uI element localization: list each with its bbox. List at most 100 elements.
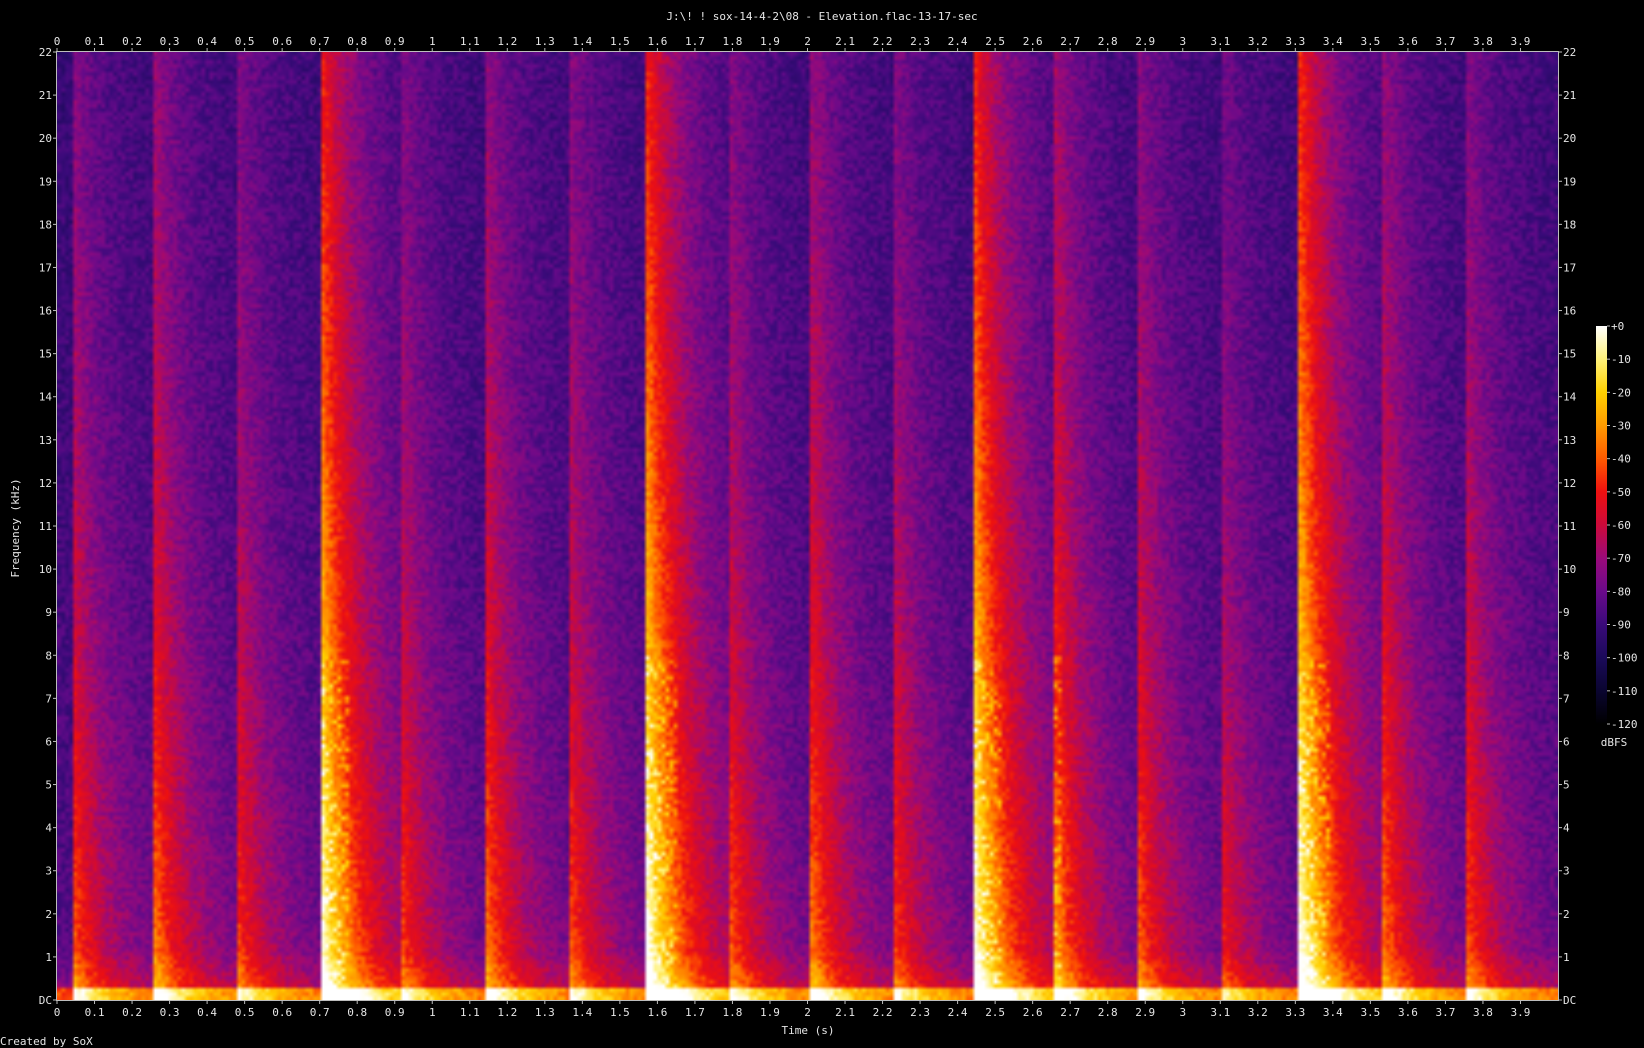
- x-tick-label-bottom: 3.7: [1435, 1006, 1455, 1019]
- y-tick-label-left: 14: [39, 391, 53, 404]
- y-tick-label-left: 6: [45, 735, 52, 748]
- y-tick-label-right: 20: [1563, 132, 1576, 145]
- x-tick-label-bottom: 3: [1179, 1006, 1186, 1019]
- y-axis-left: DC12345678910111213141516171819202122: [39, 46, 57, 1007]
- x-tick-label-bottom: 2.9: [1135, 1006, 1155, 1019]
- x-tick-label-top: 0.3: [160, 35, 180, 48]
- x-tick-label-bottom: 0.3: [160, 1006, 180, 1019]
- colorbar-tick-label: -120: [1611, 718, 1638, 731]
- x-tick-label-bottom: 0.5: [235, 1006, 255, 1019]
- x-tick-label-bottom: 2.5: [985, 1006, 1005, 1019]
- x-tick-label-top: 2.6: [1023, 35, 1043, 48]
- x-tick-label-bottom: 1.5: [610, 1006, 630, 1019]
- x-tick-label-bottom: 2.8: [1098, 1006, 1118, 1019]
- x-tick-label-bottom: 3.1: [1210, 1006, 1230, 1019]
- y-tick-label-right: 6: [1563, 735, 1570, 748]
- y-axis-label: Frequency (kHz): [9, 478, 22, 577]
- y-tick-label-right: 11: [1563, 520, 1576, 533]
- x-tick-label-top: 0.9: [385, 35, 405, 48]
- y-tick-label-left: 2: [45, 908, 52, 921]
- x-axis-top: 0 0.1 0.2 0.3 0.4 0.5 0.6 0.7 0.8 0.9 1 1.1 1.2 1.3 1.…: [54, 35, 1531, 52]
- y-tick-label-right: 13: [1563, 434, 1576, 447]
- y-tick-label-right: 14: [1563, 391, 1577, 404]
- y-tick-label-right: 15: [1563, 348, 1576, 361]
- x-tick-label-top: 3.6: [1398, 35, 1418, 48]
- x-tick-label-top: 0.2: [122, 35, 142, 48]
- x-tick-label-top: 1.2: [497, 35, 517, 48]
- y-tick-label-left: 13: [39, 434, 52, 447]
- colorbar-tick-label: -100: [1611, 652, 1638, 665]
- colorbar-tick-label: -90: [1611, 619, 1631, 632]
- x-tick-label-bottom: 0.7: [310, 1006, 330, 1019]
- x-tick-label-top: 1.1: [460, 35, 480, 48]
- x-tick-label-bottom: 1.4: [572, 1006, 592, 1019]
- y-tick-label-left: DC: [39, 994, 52, 1007]
- x-tick-label-top: 1.6: [647, 35, 667, 48]
- x-tick-label-top: 0.6: [272, 35, 292, 48]
- y-tick-label-left: 3: [45, 865, 52, 878]
- y-tick-label-right: 4: [1563, 822, 1570, 835]
- x-tick-label-top: 2.3: [910, 35, 930, 48]
- x-tick-label-top: 0.1: [85, 35, 105, 48]
- y-tick-label-right: 3: [1563, 865, 1570, 878]
- y-tick-label-left: 12: [39, 477, 52, 490]
- y-tick-label-right: 16: [1563, 305, 1576, 318]
- x-tick-label-top: 1.9: [760, 35, 780, 48]
- x-tick-label-bottom: 3.5: [1360, 1006, 1380, 1019]
- y-tick-label-left: 17: [39, 261, 52, 274]
- x-tick-label-top: 3.7: [1435, 35, 1455, 48]
- x-tick-label-bottom: 3.3: [1285, 1006, 1305, 1019]
- x-tick-label-bottom: 1.1: [460, 1006, 480, 1019]
- x-tick-label-bottom: 1.8: [723, 1006, 743, 1019]
- x-tick-label-top: 2.2: [873, 35, 893, 48]
- colorbar-gradient: [1596, 326, 1607, 724]
- colorbar-tick-label: -30: [1611, 420, 1631, 433]
- x-tick-label-bottom: 1.7: [685, 1006, 705, 1019]
- colorbar-label: dBFS: [1601, 736, 1628, 749]
- y-tick-label-left: 4: [45, 822, 52, 835]
- x-tick-label-top: 0.5: [235, 35, 255, 48]
- x-tick-label-bottom: 1.9: [760, 1006, 780, 1019]
- x-tick-label-top: 3: [1179, 35, 1186, 48]
- footer-credit: Created by SoX: [0, 1035, 93, 1048]
- x-tick-label-top: 3.9: [1511, 35, 1531, 48]
- y-axis-right: DC12345678910111213141516171819202122: [1558, 46, 1577, 1007]
- x-tick-label-bottom: 2.6: [1023, 1006, 1043, 1019]
- colorbar-tick-label: -20: [1611, 386, 1631, 399]
- x-tick-label-top: 1.8: [723, 35, 743, 48]
- x-tick-label-bottom: 2.1: [835, 1006, 855, 1019]
- x-tick-label-bottom: 1.6: [647, 1006, 667, 1019]
- x-tick-label-top: 0.4: [197, 35, 217, 48]
- x-tick-label-top: 0: [54, 35, 61, 48]
- x-tick-label-bottom: 0.4: [197, 1006, 217, 1019]
- x-tick-label-top: 1.7: [685, 35, 705, 48]
- x-tick-label-top: 2: [804, 35, 811, 48]
- spectrogram-image: [57, 52, 1558, 1000]
- x-tick-label-bottom: 3.4: [1323, 1006, 1343, 1019]
- x-tick-label-bottom: 2.3: [910, 1006, 930, 1019]
- x-tick-label-bottom: 1.3: [535, 1006, 555, 1019]
- colorbar-tick-label: -80: [1611, 585, 1631, 598]
- y-tick-label-left: 18: [39, 218, 52, 231]
- x-tick-label-top: 2.9: [1135, 35, 1155, 48]
- y-tick-label-left: 9: [45, 606, 52, 619]
- y-tick-label-right: 10: [1563, 563, 1576, 576]
- x-tick-label-bottom: 0.8: [347, 1006, 367, 1019]
- x-tick-label-bottom: 3.2: [1248, 1006, 1268, 1019]
- y-tick-label-right: 19: [1563, 175, 1576, 188]
- x-tick-label-top: 2.8: [1098, 35, 1118, 48]
- x-tick-label-top: 3.4: [1323, 35, 1343, 48]
- spectrogram-chart: J:\! ! sox-14-4-2\08 - Elevation.flac-13…: [0, 10, 1638, 1048]
- y-tick-label-right: 21: [1563, 89, 1576, 102]
- x-tick-label-top: 0.8: [347, 35, 367, 48]
- x-tick-label-top: 1.4: [572, 35, 592, 48]
- y-tick-label-left: 5: [45, 779, 52, 792]
- y-tick-label-left: 19: [39, 175, 52, 188]
- y-tick-label-right: 1: [1563, 951, 1570, 964]
- colorbar-tick-label: -110: [1611, 685, 1638, 698]
- x-tick-label-bottom: 2.4: [948, 1006, 968, 1019]
- y-tick-label-right: 17: [1563, 261, 1576, 274]
- y-tick-label-right: 5: [1563, 779, 1570, 792]
- x-tick-label-top: 2.1: [835, 35, 855, 48]
- colorbar: +0 -10 -20 -30 -40 -50 -60 -70 -80 -90 -100 -110 -12…: [1596, 320, 1638, 731]
